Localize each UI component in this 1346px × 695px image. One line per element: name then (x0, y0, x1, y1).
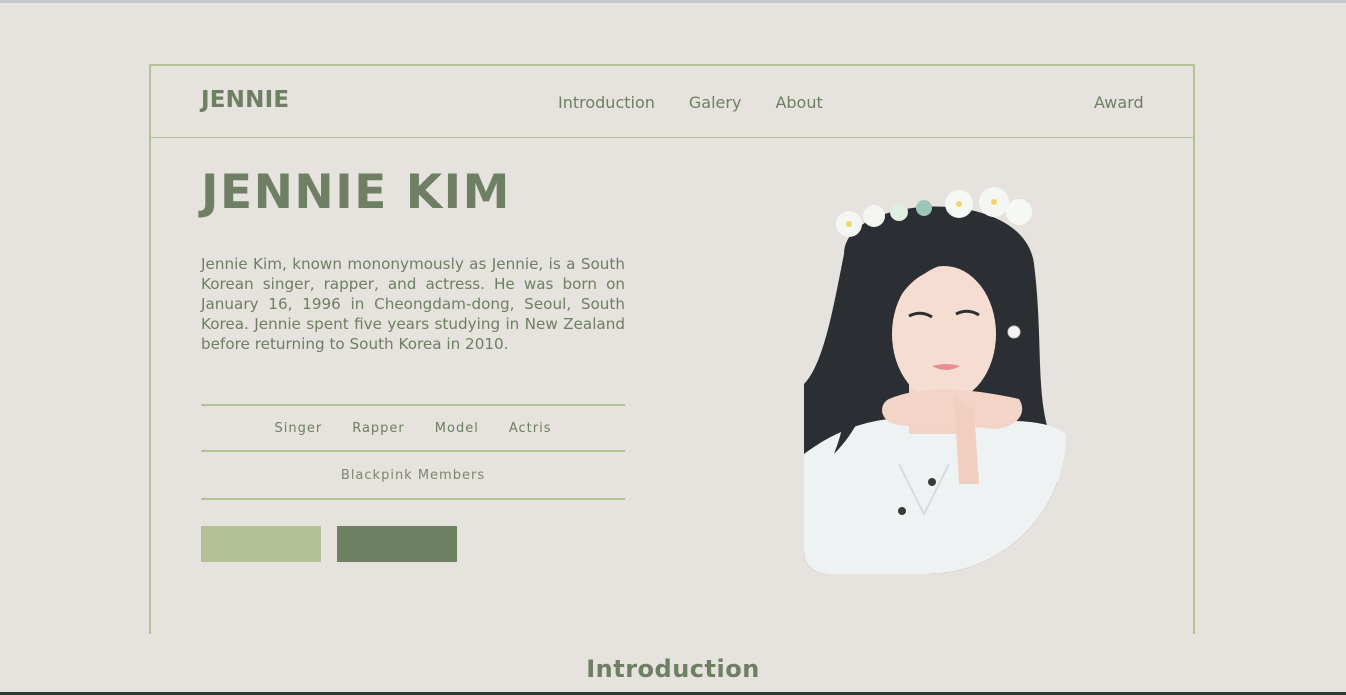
role-model: Model (434, 420, 479, 436)
members-row: Blackpink Members (201, 452, 625, 500)
nav-link-galery[interactable]: Galery (689, 93, 742, 112)
portrait-illustration (804, 184, 1066, 574)
roles-row: Singer Rapper Model Actris (201, 404, 625, 452)
browser-top-edge (0, 0, 1346, 3)
role-singer: Singer (274, 420, 323, 436)
role-rapper: Rapper (352, 420, 405, 436)
primary-dark-button[interactable] (337, 526, 457, 562)
nav-link-award[interactable]: Award (1094, 93, 1144, 112)
primary-light-button[interactable] (201, 526, 321, 562)
hero-frame: JENNIE Introduction Galery About Award J… (149, 64, 1195, 634)
nav-links: Introduction Galery About (558, 93, 823, 112)
hero-description: Jennie Kim, known mononymously as Jennie… (201, 255, 625, 353)
role-actris: Actris (508, 420, 552, 436)
nav-link-about[interactable]: About (775, 93, 822, 112)
section-title-introduction: Introduction (586, 655, 760, 683)
portrait-image (804, 184, 1066, 574)
hero-title: JENNIE KIM (201, 165, 511, 220)
site-logo[interactable]: JENNIE (201, 87, 289, 113)
nav-link-introduction[interactable]: Introduction (558, 93, 655, 112)
members-label: Blackpink Members (340, 467, 486, 483)
navbar: JENNIE Introduction Galery About Award (151, 66, 1195, 138)
